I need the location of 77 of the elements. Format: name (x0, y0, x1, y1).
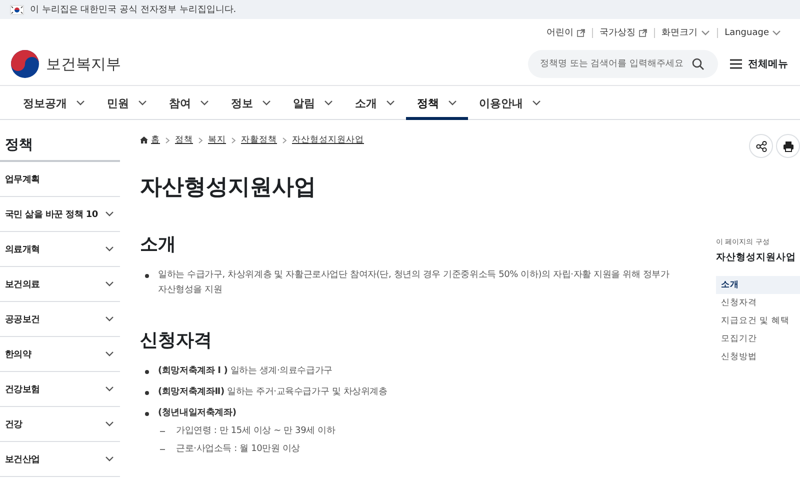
list-text: 일하는 수급가구, 차상위계층 및 자활근로사업단 참여자(단, 청년의 경우 기준중위소득 50% 이하)의 자립·자활 지원을 위해 정부가 자산형성을 지원 (158, 270, 670, 295)
nav-tab[interactable]: 알림 (282, 86, 344, 120)
chevron-down-icon (324, 100, 333, 106)
menu-icon (730, 59, 742, 69)
sidebar-item[interactable]: 업무계획 (0, 162, 120, 197)
chevron-right-icon (231, 136, 236, 144)
chevron-down-icon (200, 100, 209, 106)
breadcrumb-link[interactable]: 자산형성지원사업 (292, 134, 364, 146)
share-button[interactable] (749, 134, 773, 158)
nav-tab[interactable]: 정보 (220, 86, 282, 120)
home-icon (140, 136, 148, 144)
toc-link[interactable]: 지급요건 및 혜택 (716, 312, 800, 330)
search-field[interactable]: 정책명 또는 검색어를 입력해주세요 (528, 50, 718, 78)
share-icon (756, 140, 766, 152)
section-heading: 소개 (140, 233, 177, 256)
breadcrumb-link[interactable]: 정책 (175, 134, 193, 146)
nav-tab[interactable]: 소개 (344, 86, 406, 120)
dash-icon (160, 431, 165, 432)
utility-link[interactable]: 국가상징 (592, 28, 654, 38)
toc-title: 자산형성지원사업 (716, 251, 797, 264)
print-icon (782, 140, 794, 152)
bullet-icon (145, 370, 149, 374)
logo-emblem-icon[interactable] (10, 49, 40, 79)
utility-link[interactable]: 어린이 (540, 28, 592, 38)
sidebar-item[interactable]: 건강보험 (0, 372, 120, 407)
chevron-down-icon (772, 30, 781, 36)
chevron-down-icon (532, 100, 541, 106)
bullet-icon (145, 274, 149, 278)
section-heading: 신청자격 (140, 329, 213, 352)
bullet-icon (145, 412, 149, 416)
sidebar-item[interactable]: 의료개혁 (0, 232, 120, 267)
dash-icon (160, 449, 165, 450)
banner-text: 이 누리집은 대한민국 공식 전자정부 누리집입니다. (30, 4, 236, 16)
utility-link[interactable]: Language (716, 28, 788, 38)
bullet-icon (145, 391, 149, 395)
toc-link[interactable]: 모집기간 (716, 330, 800, 348)
menu-button[interactable]: 전체메뉴 (730, 57, 788, 71)
nav-tab[interactable]: 민원 (96, 86, 158, 120)
utility-link[interactable]: 화면크기 (654, 28, 717, 38)
list-text: 가입연령 : 만 15세 이상 ~ 만 39세 이하 (176, 426, 336, 436)
flag-icon (10, 4, 24, 14)
nav-tab[interactable]: 참여 (158, 86, 220, 120)
breadcrumb-link[interactable]: 자활정책 (241, 134, 277, 146)
search-icon[interactable] (692, 58, 704, 70)
sidebar-item[interactable]: 보건산업 (0, 442, 120, 477)
sidebar-title: 정책 (0, 120, 120, 162)
print-button[interactable] (776, 134, 800, 158)
toc-link[interactable]: 신청자격 (716, 294, 800, 312)
sidebar-item[interactable]: 국민 삶을 바꾼 정책 10 (0, 197, 120, 232)
sidebar-item[interactable]: 한의약 (0, 337, 120, 372)
chevron-right-icon (282, 136, 287, 144)
sidebar-item[interactable]: 공공보건 (0, 302, 120, 337)
chevron-down-icon (262, 100, 271, 106)
page-title: 자산형성지원사업 (140, 174, 317, 202)
chevron-right-icon (198, 136, 203, 144)
chevron-down-icon (386, 100, 395, 106)
chevron-down-icon (76, 100, 85, 106)
chevron-down-icon (700, 30, 710, 36)
chevron-down-icon (138, 100, 147, 106)
external-link-icon (576, 29, 585, 37)
list-text: (청년내일저축계좌) (158, 408, 236, 418)
chevron-right-icon (165, 136, 170, 144)
list-text: (희망저축계좌Ⅱ) 일하는 주거·교육수급가구 및 차상위계층 (158, 387, 388, 397)
logo-text[interactable]: 보건복지부 (46, 54, 121, 74)
chevron-down-icon (448, 100, 457, 106)
nav-tab[interactable]: 이용안내 (468, 86, 552, 120)
sidebar-item[interactable]: 보건의료 (0, 267, 120, 302)
nav-tab[interactable]: 정책 (406, 86, 468, 120)
toc-link[interactable]: 소개 (716, 276, 800, 294)
list-text: (희망저축계좌 Ⅰ ) 일하는 생계·의료수급가구 (158, 366, 332, 376)
list-text: 근로·사업소득 : 월 10만원 이상 (176, 444, 300, 454)
external-link-icon (638, 29, 647, 37)
breadcrumb-link[interactable]: 홈 (140, 134, 160, 146)
nav-tab[interactable]: 정보공개 (12, 86, 96, 120)
toc-link[interactable]: 신청방법 (716, 348, 800, 366)
sidebar-item[interactable]: 건강 (0, 407, 120, 442)
breadcrumb-link[interactable]: 복지 (208, 134, 226, 146)
